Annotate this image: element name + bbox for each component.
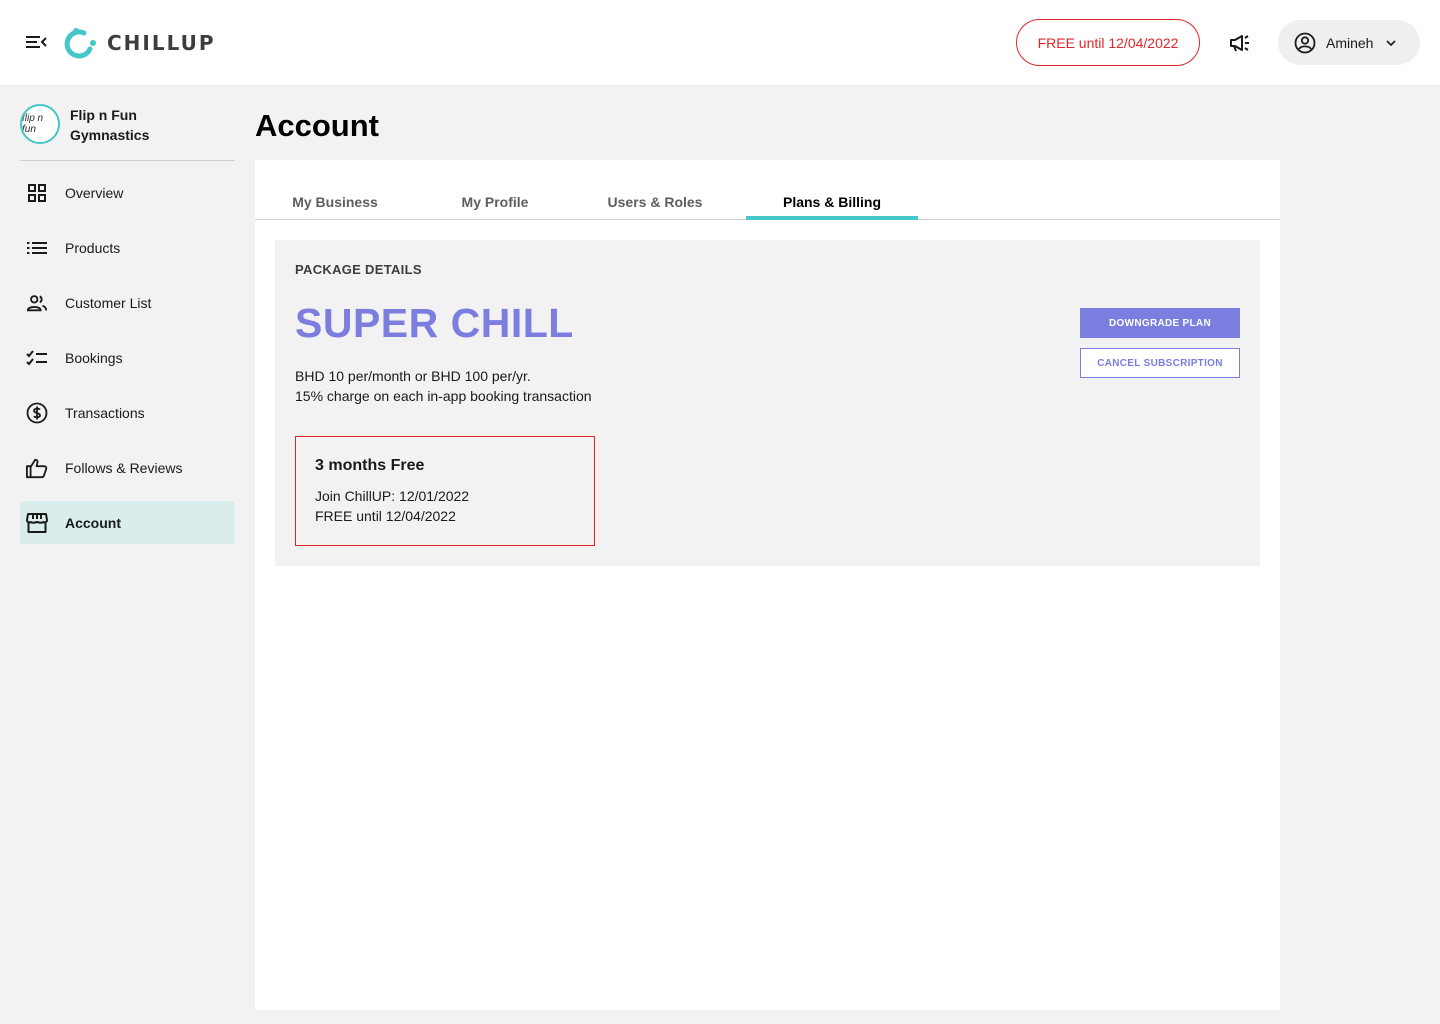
plan-charge: 15% charge on each in-app booking transa…: [295, 388, 592, 404]
join-date: Join ChillUP: 12/01/2022: [315, 488, 470, 504]
sidebar-item-label: Follows & Reviews: [65, 459, 183, 476]
account-tabs: My Business My Profile Users & Roles Pla…: [255, 160, 1280, 220]
sidebar-item-transactions[interactable]: Transactions: [20, 391, 235, 434]
sidebar-item-label: Overview: [65, 184, 124, 201]
account-panel: My Business My Profile Users & Roles Pla…: [255, 160, 1280, 1010]
tab-users-roles[interactable]: Users & Roles: [595, 194, 715, 220]
sidebar-item-follows-reviews[interactable]: Follows & Reviews: [20, 446, 235, 489]
megaphone-icon[interactable]: [1226, 30, 1254, 56]
tab-my-business[interactable]: My Business: [275, 194, 395, 220]
dollar-icon: [26, 402, 48, 424]
plan-name: SUPER CHILL: [295, 300, 574, 346]
chillup-logo[interactable]: CHILLUP: [63, 26, 216, 60]
people-icon: [26, 292, 48, 314]
user-name: Amineh: [1326, 34, 1374, 51]
collapse-menu-icon[interactable]: [26, 32, 48, 52]
account-circle-icon: [1294, 32, 1316, 53]
business-name: Flip n Fun Gymnastics: [70, 107, 150, 143]
free-until-date: FREE until 12/04/2022: [315, 508, 456, 524]
sidebar-item-account[interactable]: Account: [20, 501, 235, 544]
page-title: Account: [255, 108, 379, 143]
sidebar-item-label: Bookings: [65, 349, 123, 366]
sidebar-nav: Overview Products Customer List Bookings…: [20, 171, 235, 556]
sidebar-item-label: Customer List: [65, 294, 152, 311]
business-brand: flip n fun Flip n Fun Gymnastics: [20, 104, 235, 161]
free-offer-box: 3 months Free Join ChillUP: 12/01/2022 F…: [295, 436, 595, 546]
sidebar-item-customer-list[interactable]: Customer List: [20, 281, 235, 324]
package-details-label: PACKAGE DETAILS: [295, 262, 422, 277]
tab-plans-billing[interactable]: Plans & Billing: [746, 194, 918, 220]
chillup-logo-icon: [64, 28, 96, 59]
sidebar-item-label: Products: [65, 239, 121, 256]
free-offer-title: 3 months Free: [315, 457, 425, 474]
sidebar-item-label: Transactions: [65, 404, 145, 421]
logo-text: CHILLUP: [107, 31, 216, 55]
chevron-down-icon: [1386, 39, 1397, 46]
top-header: CHILLUP FREE until 12/04/2022 Amineh: [0, 0, 1440, 85]
store-icon: [26, 512, 48, 534]
free-trial-badge[interactable]: FREE until 12/04/2022: [1016, 19, 1200, 66]
grid-icon: [26, 182, 48, 204]
sidebar-item-bookings[interactable]: Bookings: [20, 336, 235, 379]
sidebar-item-label: Account: [65, 514, 121, 531]
checklist-icon: [26, 347, 48, 369]
thumbs-up-icon: [26, 457, 48, 479]
list-icon: [26, 237, 48, 259]
user-menu[interactable]: Amineh: [1278, 20, 1420, 65]
sidebar-item-products[interactable]: Products: [20, 226, 235, 269]
cancel-subscription-button[interactable]: CANCEL SUBSCRIPTION: [1080, 348, 1240, 378]
plan-price: BHD 10 per/month or BHD 100 per/yr.: [295, 368, 531, 384]
sidebar-item-overview[interactable]: Overview: [20, 171, 235, 214]
package-details-card: PACKAGE DETAILS SUPER CHILL BHD 10 per/m…: [275, 240, 1260, 566]
tab-my-profile[interactable]: My Profile: [435, 194, 555, 220]
downgrade-plan-button[interactable]: DOWNGRADE PLAN: [1080, 308, 1240, 338]
business-logo: flip n fun: [20, 104, 60, 144]
